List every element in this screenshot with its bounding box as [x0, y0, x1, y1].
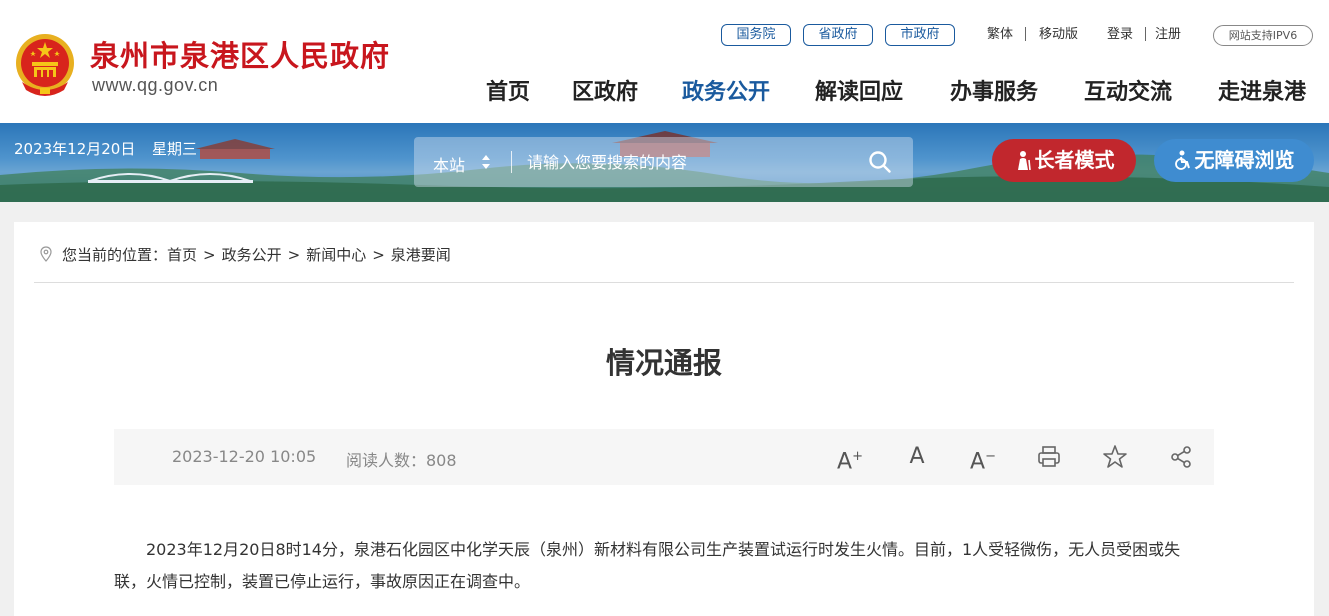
publish-date: 2023-12-20 10:05 [172, 447, 317, 466]
register-link[interactable]: 注册 [1155, 26, 1181, 44]
banner: 2023年12月20日 星期三 本站 长者模式 无障碍浏览 [0, 123, 1329, 202]
nav-home[interactable]: 首页 [486, 74, 530, 106]
nav-government-affairs[interactable]: 政务公开 [682, 74, 770, 106]
nav-interpretation[interactable]: 解读回应 [815, 74, 903, 106]
elder-person-icon [1017, 151, 1031, 170]
breadcrumb-home[interactable]: 首页 [167, 246, 197, 264]
national-emblem-icon[interactable] [14, 32, 76, 98]
site-name[interactable]: 泉州市泉港区人民政府 [90, 33, 390, 75]
search-box: 本站 [414, 137, 913, 187]
breadcrumb-news-center[interactable]: 新闻中心 [306, 246, 366, 264]
ipv6-badge: 网站支持IPV6 [1213, 25, 1313, 46]
site-header: 泉州市泉港区人民政府 www.qg.gov.cn 国务院 省政府 市政府 繁体 … [0, 0, 1329, 123]
divider [511, 151, 512, 173]
print-icon[interactable] [1035, 443, 1063, 471]
font-larger-icon[interactable]: A+ [836, 443, 864, 474]
wheelchair-icon [1174, 150, 1190, 170]
location-pin-icon [40, 246, 52, 262]
nav-services[interactable]: 办事服务 [950, 74, 1038, 106]
font-normal-icon[interactable]: A [903, 443, 931, 471]
breadcrumb-separator: > [203, 246, 216, 264]
divider [1025, 27, 1026, 41]
read-count: 阅读人数：808 [346, 451, 457, 470]
article-title: 情况通报 [605, 346, 722, 380]
search-icon[interactable] [868, 150, 892, 174]
breadcrumb: 您当前的位置：首页 > 政务公开 > 新闻中心 > 泉港要闻 [40, 244, 451, 265]
font-smaller-icon[interactable]: A− [969, 443, 997, 474]
gov-link-city[interactable]: 市政府 [885, 24, 955, 46]
nav-district-government[interactable]: 区政府 [572, 74, 638, 106]
nav-interaction[interactable]: 互动交流 [1084, 74, 1172, 106]
favorite-star-icon[interactable] [1101, 443, 1129, 471]
gov-link-province[interactable]: 省政府 [803, 24, 873, 46]
article-body: 2023年12月20日8时14分，泉港石化园区中化学天辰（泉州）新材料有限公司生… [114, 540, 1181, 591]
traditional-chinese-link[interactable]: 繁体 [987, 26, 1013, 44]
search-scope-select[interactable]: 本站 [433, 152, 465, 176]
breadcrumb-quangang-news[interactable]: 泉港要闻 [391, 246, 451, 264]
breadcrumb-separator: > [372, 246, 385, 264]
article-card: 您当前的位置：首页 > 政务公开 > 新闻中心 > 泉港要闻 情况通报 2023-12-20… [14, 222, 1314, 616]
site-url: www.qg.gov.cn [92, 75, 219, 95]
share-icon[interactable] [1167, 443, 1195, 471]
search-input[interactable] [527, 149, 847, 175]
current-date: 2023年12月20日 [14, 140, 136, 158]
gov-link-state-council[interactable]: 国务院 [721, 24, 791, 46]
accessibility-label: 无障碍浏览 [1194, 148, 1295, 172]
divider [34, 282, 1294, 283]
nav-about-quangang[interactable]: 走进泉港 [1218, 74, 1306, 106]
mobile-version-link[interactable]: 移动版 [1039, 26, 1078, 44]
accessibility-button[interactable]: 无障碍浏览 [1154, 139, 1314, 182]
elder-mode-button[interactable]: 长者模式 [992, 139, 1136, 182]
sort-arrows-icon[interactable] [481, 153, 491, 171]
current-weekday: 星期三 [152, 140, 198, 158]
login-link[interactable]: 登录 [1107, 26, 1133, 44]
breadcrumb-prefix: 您当前的位置： [62, 246, 168, 264]
elder-mode-label: 长者模式 [1034, 148, 1115, 172]
article-meta-bar: 2023-12-20 10:05 阅读人数：808 A+ A A− [114, 429, 1214, 485]
divider [1145, 27, 1146, 41]
breadcrumb-separator: > [287, 246, 301, 264]
breadcrumb-government-affairs[interactable]: 政务公开 [222, 246, 282, 264]
